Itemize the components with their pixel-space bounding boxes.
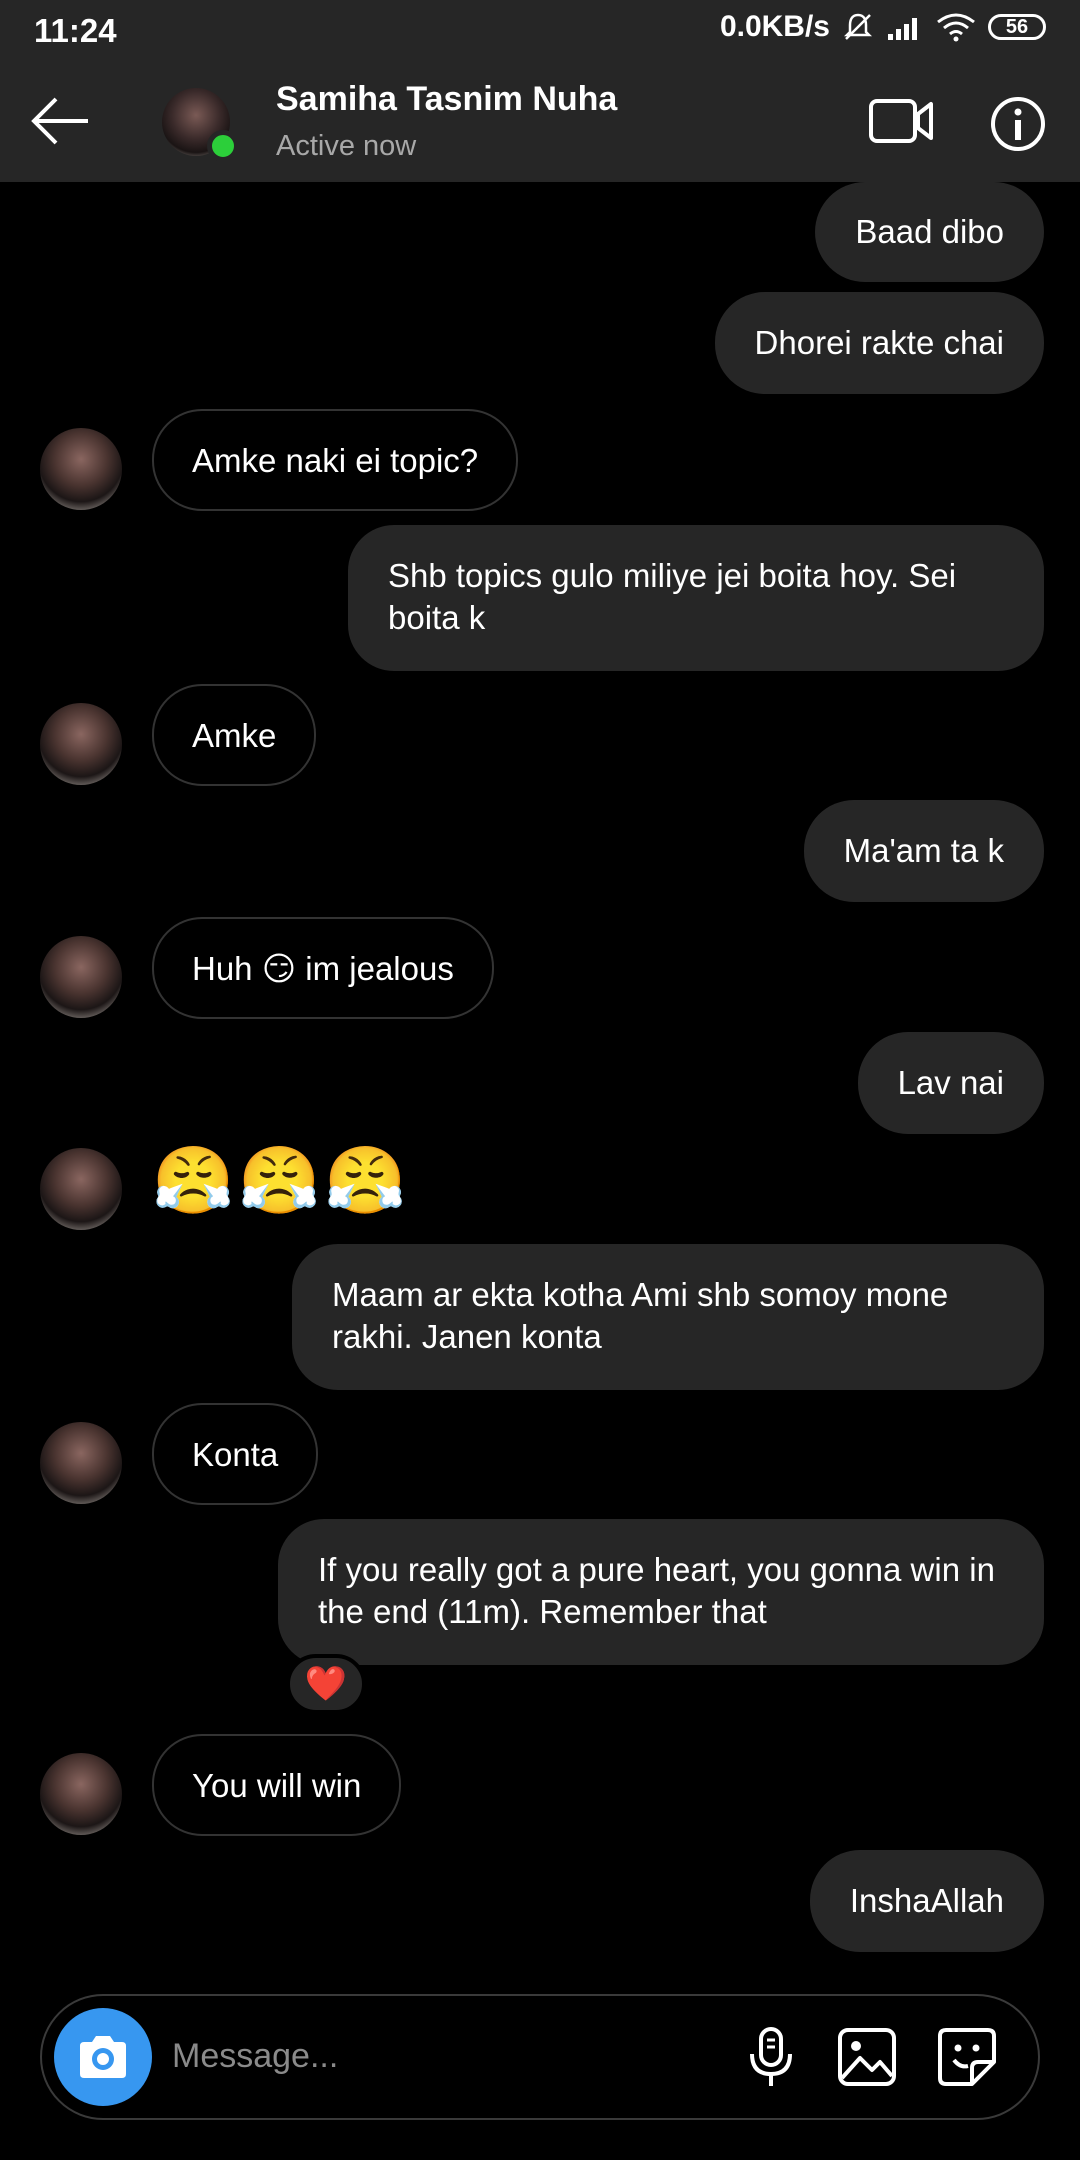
message-list[interactable]: Baad dibo Dhorei rakte chai Amke naki ei… [0, 182, 1080, 1972]
incoming-message[interactable]: You will win [152, 1734, 402, 1836]
outgoing-message[interactable]: Ma'am ta k [803, 800, 1044, 902]
wifi-icon [936, 12, 976, 42]
sender-avatar[interactable] [40, 1753, 122, 1835]
info-button[interactable] [990, 96, 1046, 152]
heart-reaction[interactable]: ❤️ [286, 1654, 366, 1714]
sender-avatar[interactable] [40, 1422, 122, 1504]
message-input[interactable] [170, 2024, 594, 2088]
incoming-message[interactable]: Huh 😏 im jealous [152, 917, 494, 1019]
gallery-button[interactable] [836, 2026, 898, 2088]
camera-icon [80, 2036, 126, 2078]
chat-header: Samiha Tasnim Nuha Active now [0, 60, 1080, 182]
incoming-message[interactable]: Konta [152, 1403, 319, 1505]
outgoing-message[interactable]: Shb topics gulo miliye jei boita hoy. Se… [348, 525, 1044, 671]
outgoing-message[interactable]: Lav nai [857, 1032, 1044, 1134]
signal-icon [886, 12, 924, 42]
online-indicator [207, 130, 239, 162]
status-time: 11:24 [34, 12, 117, 49]
sender-avatar[interactable] [40, 936, 122, 1018]
video-camera-icon [869, 99, 933, 143]
mute-icon [842, 11, 874, 43]
sender-avatar[interactable] [40, 428, 122, 510]
contact-name[interactable]: Samiha Tasnim Nuha [276, 80, 617, 119]
outgoing-message[interactable]: Maam ar ekta kotha Ami shb somoy mone ra… [292, 1244, 1044, 1390]
incoming-message[interactable]: Amke naki ei topic? [152, 409, 519, 511]
back-arrow-icon [31, 97, 88, 145]
camera-button[interactable] [54, 2008, 152, 2106]
message-composer [40, 1994, 1040, 2120]
outgoing-message[interactable]: If you really got a pure heart, you gonn… [278, 1519, 1044, 1665]
outgoing-message[interactable]: Baad dibo [815, 182, 1044, 282]
emoji-message[interactable]: 😤😤😤 [152, 1142, 411, 1220]
sticker-button[interactable] [936, 2026, 998, 2088]
network-speed: 0.0KB/s [719, 10, 830, 43]
sticker-icon [938, 2028, 996, 2086]
incoming-message[interactable]: Amke [152, 684, 317, 786]
info-icon [991, 97, 1045, 151]
sender-avatar[interactable] [40, 1148, 122, 1230]
back-button[interactable] [30, 94, 92, 148]
microphone-button[interactable] [740, 2026, 802, 2088]
sender-avatar[interactable] [40, 703, 122, 785]
outgoing-message[interactable]: InshaAllah [809, 1850, 1044, 1952]
status-indicators: 0.0KB/s 56 [720, 10, 1046, 44]
contact-status: Active now [276, 130, 417, 162]
status-bar: 11:24 0.0KB/s 56 [0, 0, 1080, 60]
gallery-icon [838, 2028, 896, 2086]
battery-icon: 56 [988, 14, 1046, 40]
outgoing-message[interactable]: Dhorei rakte chai [714, 292, 1044, 394]
microphone-icon [750, 2027, 792, 2086]
video-call-button[interactable] [868, 96, 934, 146]
